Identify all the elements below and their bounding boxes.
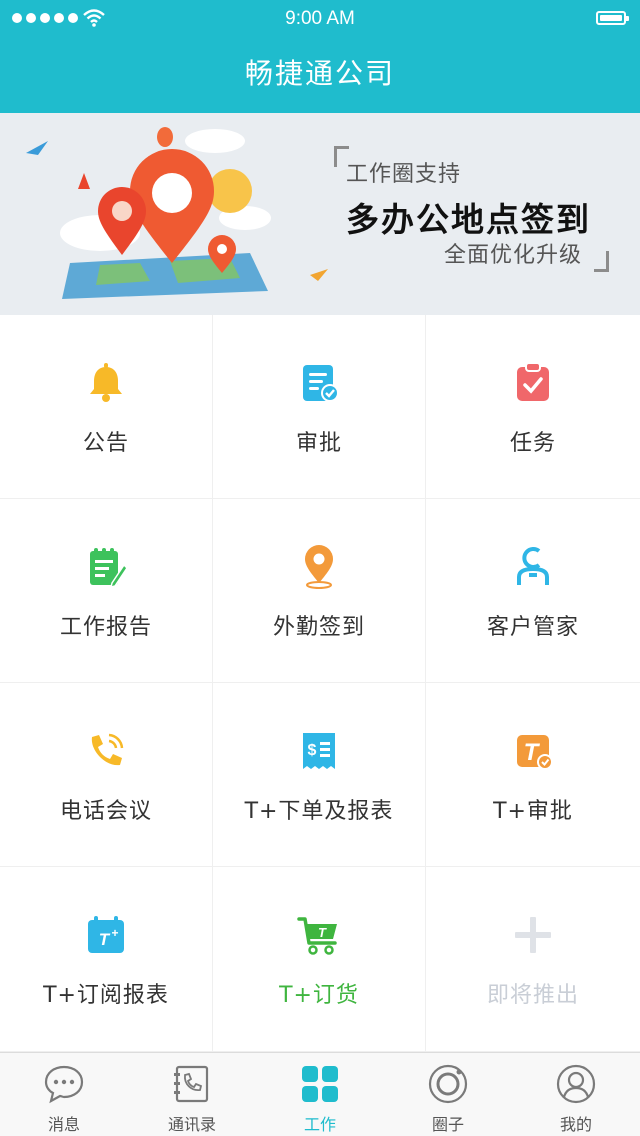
- order-receipt-icon: $: [303, 733, 335, 769]
- tab-label: 消息: [47, 1115, 80, 1134]
- contacts-phone-icon: [174, 1065, 209, 1103]
- tab-label: 我的: [559, 1115, 592, 1134]
- battery-icon: [596, 11, 629, 25]
- app-grid: 公告 审批 任务 工作报告 外勤签到 客户管家 电话会议 $ T+下单及报表 T…: [0, 315, 640, 1052]
- title-bar: 9:00 AM 畅捷通公司: [0, 0, 640, 113]
- app-tplus-approval[interactable]: T T+审批: [426, 683, 640, 867]
- status-time: 9:00 AM: [285, 8, 355, 29]
- bottom-tab-bar: 消息 通讯录 工作 圈子 我的: [0, 1052, 640, 1136]
- banner-tagline: 全面优化升级: [444, 243, 583, 268]
- app-work-report[interactable]: 工作报告: [0, 499, 213, 683]
- app-coming-soon: 即将推出: [426, 867, 640, 1052]
- tab-label: 通讯录: [167, 1115, 216, 1134]
- app-label: 公告: [82, 431, 129, 456]
- tab-circle[interactable]: 圈子: [384, 1053, 512, 1136]
- page-title: 畅捷通公司: [244, 57, 395, 90]
- app-announcement[interactable]: 公告: [0, 315, 213, 499]
- promo-banner[interactable]: 工作圈支持 多办公地点签到 全面优化升级: [0, 113, 640, 315]
- app-field-checkin[interactable]: 外勤签到: [213, 499, 426, 683]
- app-task[interactable]: 任务: [426, 315, 640, 499]
- app-approval[interactable]: 审批: [213, 315, 426, 499]
- location-pin-icon: [305, 545, 333, 589]
- app-label: 审批: [295, 431, 342, 456]
- tplus-approval-icon: T: [517, 735, 553, 770]
- app-tplus-subscription-report[interactable]: T + T+订阅报表: [0, 867, 213, 1052]
- map-pin-illustration: [26, 127, 328, 299]
- tab-messages[interactable]: 消息: [0, 1053, 128, 1136]
- app-conference-call[interactable]: 电话会议: [0, 683, 213, 867]
- app-label: 工作报告: [59, 615, 152, 640]
- app-label: 客户管家: [486, 615, 579, 640]
- app-label: T+下单及报表: [244, 799, 394, 824]
- grid-icon: [302, 1066, 338, 1102]
- app-tplus-order-report[interactable]: $ T+下单及报表: [213, 683, 426, 867]
- tab-me[interactable]: 我的: [512, 1053, 640, 1136]
- app-label: 即将推出: [486, 983, 579, 1008]
- user-profile-icon: [556, 1064, 596, 1104]
- circle-icon: [428, 1064, 468, 1104]
- banner-headline: 多办公地点签到: [346, 200, 591, 239]
- shopping-cart-icon: T: [297, 917, 337, 955]
- customer-icon: [517, 547, 549, 585]
- app-label: T+订阅报表: [43, 983, 169, 1008]
- phone-icon: [91, 733, 124, 766]
- tab-contacts[interactable]: 通讯录: [128, 1053, 256, 1136]
- app-label: 电话会议: [59, 799, 152, 824]
- tab-label: 工作: [303, 1115, 336, 1134]
- banner-subtitle: 工作圈支持: [346, 162, 462, 187]
- app-customer-manager[interactable]: 客户管家: [426, 499, 640, 683]
- app-label: T+订货: [279, 983, 359, 1008]
- work-report-icon: [90, 548, 128, 589]
- tab-work[interactable]: 工作: [256, 1053, 384, 1136]
- chat-bubble-icon: [44, 1065, 84, 1104]
- plus-icon: [515, 917, 551, 953]
- app-label: 任务: [509, 431, 556, 456]
- svg-text:T: T: [99, 930, 111, 949]
- app-label: 外勤签到: [272, 615, 365, 640]
- status-bar: 9:00 AM: [0, 0, 640, 38]
- tplus-calendar-icon: T +: [88, 916, 124, 953]
- svg-text:$: $: [308, 742, 317, 759]
- tab-label: 圈子: [431, 1115, 464, 1134]
- banner-bracket: [594, 251, 609, 272]
- svg-text:+: +: [111, 926, 118, 940]
- task-clipboard-icon: [517, 362, 549, 401]
- bell-icon: [90, 363, 122, 402]
- app-tplus-ordering[interactable]: T T+订货: [213, 867, 426, 1052]
- approval-doc-icon: [303, 365, 339, 402]
- app-label: T+审批: [493, 799, 573, 824]
- svg-text:T: T: [318, 925, 327, 940]
